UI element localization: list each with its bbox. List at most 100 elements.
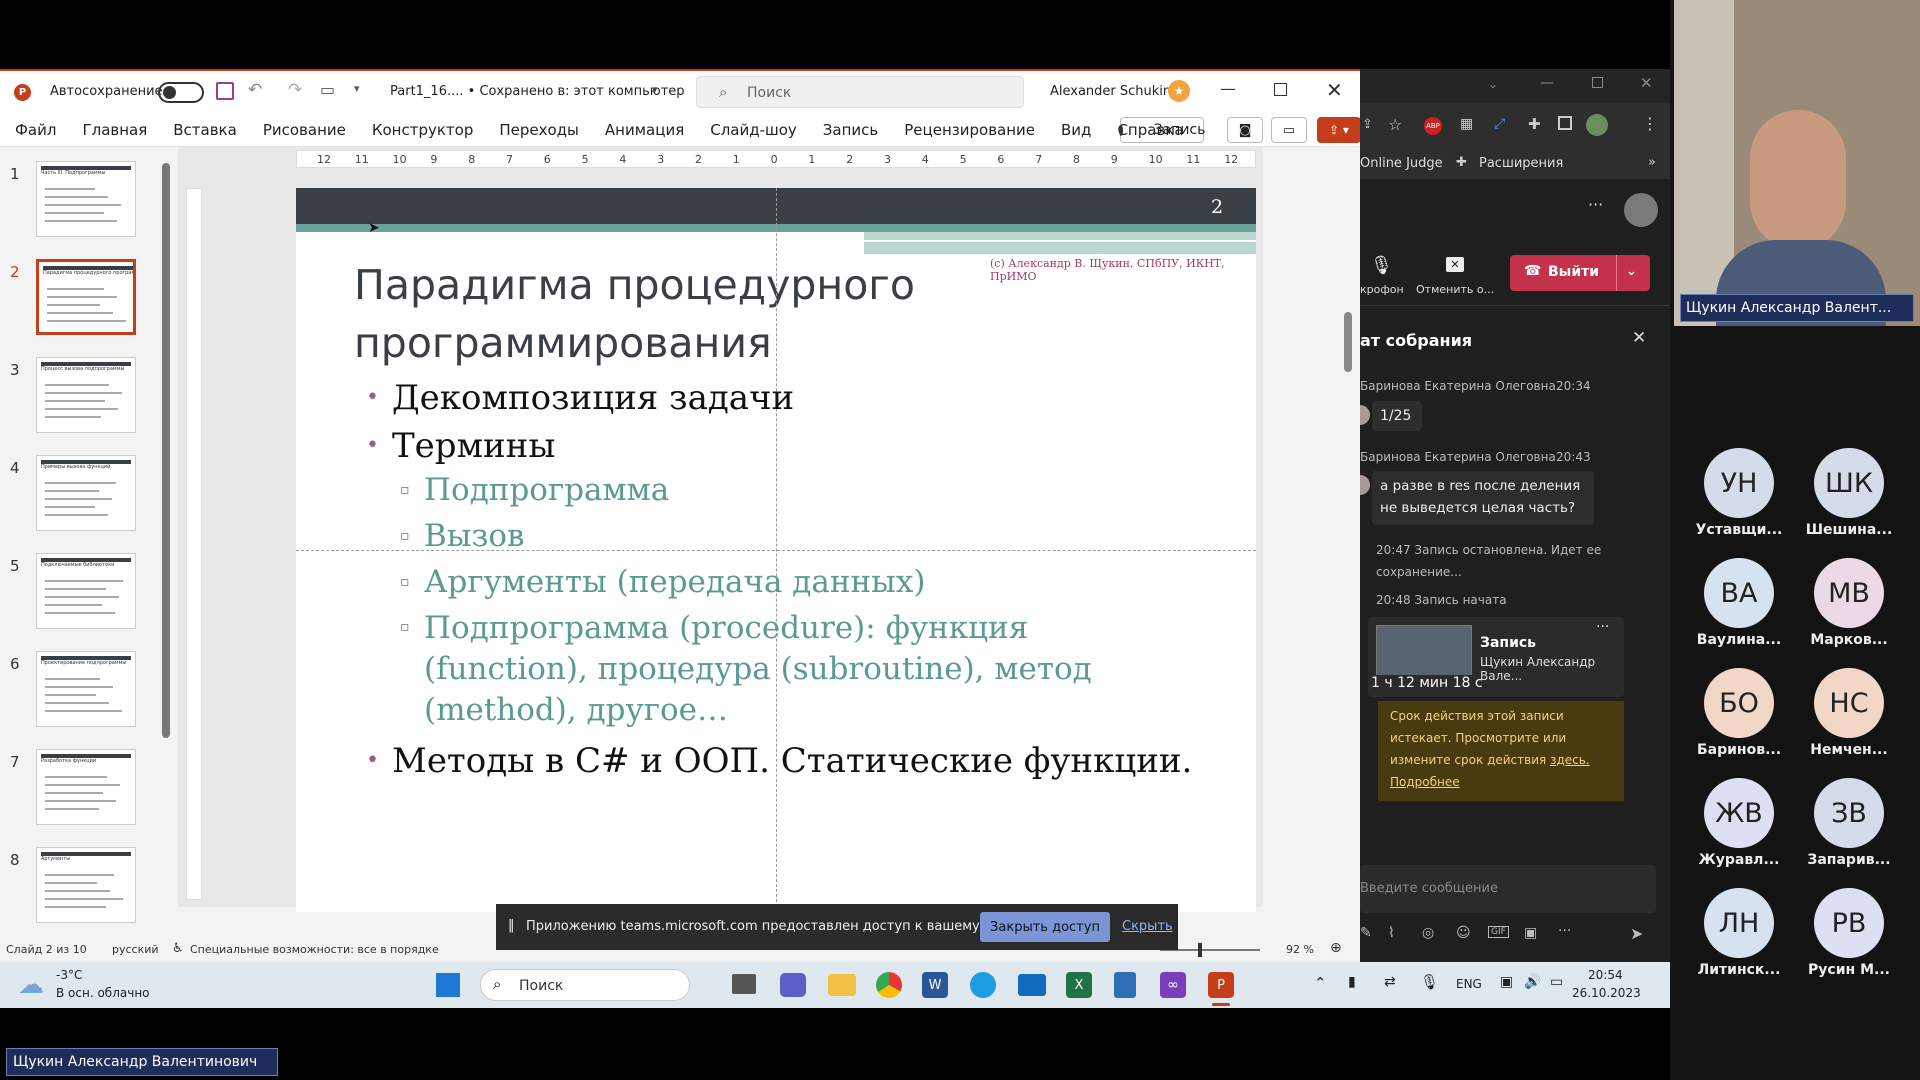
- stop-share-icon[interactable]: ✕: [1446, 257, 1464, 272]
- participant-avatar[interactable]: БО: [1704, 668, 1774, 738]
- present-icon[interactable]: ▭: [320, 80, 335, 99]
- weather-temp[interactable]: -3°C: [56, 968, 82, 982]
- emoji-icon[interactable]: ☺: [1456, 925, 1471, 941]
- weather-desc[interactable]: В осн. облачно: [56, 986, 150, 1000]
- menu-record[interactable]: Запись: [823, 121, 878, 139]
- search-box[interactable]: ⌕ Поиск: [696, 76, 1024, 108]
- maximize-icon[interactable]: [1592, 77, 1603, 88]
- own-avatar-icon[interactable]: [1624, 193, 1658, 227]
- share-icon[interactable]: ⇪ ▾: [1317, 117, 1360, 143]
- chevron-right-icon[interactable]: »: [1648, 155, 1656, 170]
- chevron-down-icon[interactable]: ⌄: [1626, 264, 1637, 279]
- share-page-icon[interactable]: ⇪: [1362, 117, 1373, 132]
- notepad-icon[interactable]: [1114, 972, 1136, 998]
- chevron-down-icon[interactable]: ⌄: [1488, 77, 1498, 91]
- tray-language[interactable]: ENG: [1456, 977, 1482, 991]
- close-chat-icon[interactable]: ✕: [1632, 328, 1646, 348]
- battery-icon[interactable]: ▭: [1550, 974, 1563, 990]
- slide-thumbnail-1[interactable]: Часть III. Подпрограммы: [36, 161, 136, 237]
- recording-more-icon[interactable]: ···: [1596, 619, 1609, 635]
- menu-animations[interactable]: Анимация: [605, 121, 684, 139]
- tray-app-icon[interactable]: ▮: [1348, 974, 1356, 990]
- status-language[interactable]: русский: [112, 943, 159, 956]
- participant-avatar[interactable]: МВ: [1814, 558, 1884, 628]
- slide-thumbnail-3[interactable]: Процесс вызова подпрограммы: [36, 357, 136, 433]
- task-view-icon[interactable]: [732, 974, 756, 994]
- recording-card[interactable]: 1 ч 12 мин 18 с Запись Щукин Александр В…: [1368, 617, 1624, 697]
- leave-button[interactable]: ☎ Выйти ⌄: [1510, 255, 1650, 291]
- slide-thumbnail-2[interactable]: Парадигма процедурного программирования: [36, 259, 136, 335]
- comment-icon[interactable]: ▭: [1271, 117, 1307, 143]
- slide-thumbnail-5[interactable]: Подключаемые библиотеки: [36, 553, 136, 629]
- excel-icon[interactable]: X: [1066, 972, 1092, 998]
- mail-icon[interactable]: [1018, 974, 1046, 996]
- teams-chat-icon[interactable]: [780, 973, 806, 997]
- close-icon[interactable]: ✕: [1640, 74, 1653, 92]
- tray-mic-icon[interactable]: 🎙: [1420, 973, 1439, 991]
- menu-view[interactable]: Вид: [1061, 121, 1091, 139]
- sidepanel-icon[interactable]: [1558, 116, 1572, 130]
- translate-icon[interactable]: ⤢: [1494, 116, 1505, 132]
- send-icon[interactable]: ➤: [1630, 924, 1643, 943]
- status-zoom[interactable]: 92 %: [1286, 943, 1314, 956]
- format-icon[interactable]: ✎: [1360, 925, 1372, 941]
- participant-avatar[interactable]: УН: [1704, 448, 1774, 518]
- close-icon[interactable]: ✕: [1326, 78, 1343, 102]
- menu-design[interactable]: Конструктор: [372, 121, 474, 139]
- minimize-icon[interactable]: —: [1220, 79, 1236, 98]
- menu-file[interactable]: Файл: [15, 121, 56, 139]
- tray-time[interactable]: 20:54: [1588, 968, 1623, 982]
- network-icon[interactable]: ▣: [1500, 974, 1513, 990]
- editor-scrollbar[interactable]: [1344, 312, 1352, 372]
- chevron-down-icon[interactable]: ▾: [652, 83, 658, 96]
- redo-icon[interactable]: ↷: [288, 80, 302, 100]
- bookmark-online-judge[interactable]: Online Judge: [1360, 156, 1443, 171]
- menu-review[interactable]: Рецензирование: [904, 121, 1035, 139]
- browser-menu-icon[interactable]: ⋮: [1642, 114, 1658, 133]
- powerpoint-taskbar-icon[interactable]: P: [1208, 972, 1234, 998]
- maximize-icon[interactable]: [1274, 83, 1287, 96]
- status-accessibility[interactable]: Специальные возможности: все в порядке: [190, 943, 439, 956]
- tray-date[interactable]: 26.10.2023: [1572, 986, 1641, 1000]
- menu-transitions[interactable]: Переходы: [499, 121, 579, 139]
- participant-avatar[interactable]: РВ: [1814, 888, 1884, 958]
- presenter-video[interactable]: Щукин Александр Валент...: [1674, 0, 1920, 326]
- menu-draw[interactable]: Рисование: [263, 121, 346, 139]
- user-avatar-icon[interactable]: ★: [1168, 80, 1190, 102]
- participant-avatar[interactable]: НС: [1814, 668, 1884, 738]
- loop-icon[interactable]: ◎: [1422, 925, 1434, 941]
- menu-slideshow[interactable]: Слайд-шоу: [710, 121, 797, 139]
- undo-icon[interactable]: ↶: [248, 80, 262, 100]
- slide-canvas[interactable]: 2 (с) Александр В. Щукин, СПбПУ, ИКНТ, П…: [296, 188, 1256, 912]
- autosave-toggle[interactable]: [158, 82, 204, 103]
- tray-chevron-up-icon[interactable]: ⌃: [1314, 974, 1327, 992]
- document-title[interactable]: Part1_16.... • Сохранено в: этот компьют…: [390, 84, 685, 99]
- expire-more-link[interactable]: Подробнее: [1390, 771, 1612, 793]
- slide-thumbnail-7[interactable]: Разработка функции: [36, 749, 136, 825]
- stop-sharing-button[interactable]: Закрыть доступ: [980, 912, 1110, 942]
- slide-thumbnail-8[interactable]: Аргументы: [36, 847, 136, 923]
- user-name[interactable]: Alexander Schukin: [1050, 84, 1171, 99]
- microphone-icon[interactable]: 🎙: [1370, 255, 1393, 276]
- taskbar-search[interactable]: ⌕ Поиск: [480, 969, 690, 1001]
- more-options-icon[interactable]: ···: [1588, 195, 1603, 214]
- thumbnails-scrollbar[interactable]: [162, 163, 170, 738]
- participant-avatar[interactable]: ЖВ: [1704, 778, 1774, 848]
- star-icon[interactable]: ☆: [1388, 115, 1402, 134]
- minimize-icon[interactable]: —: [1540, 75, 1554, 91]
- sticker-icon[interactable]: ▣: [1524, 925, 1537, 941]
- attach-icon[interactable]: ⌇: [1388, 925, 1395, 941]
- save-icon[interactable]: [216, 82, 234, 100]
- bookmark-extensions[interactable]: Расширения: [1479, 156, 1563, 171]
- slide-thumbnail-6[interactable]: Проектирование подпрограммы: [36, 651, 136, 727]
- word-icon[interactable]: W: [922, 972, 948, 998]
- participant-avatar[interactable]: ВА: [1704, 558, 1774, 628]
- slide-thumbnail-4[interactable]: Примеры вызова функций: [36, 455, 136, 531]
- record-button[interactable]: Запись: [1118, 117, 1205, 143]
- gif-icon[interactable]: GIF: [1488, 926, 1509, 938]
- participant-avatar[interactable]: ШК: [1814, 448, 1884, 518]
- volume-icon[interactable]: 🔊: [1524, 974, 1541, 990]
- edge-icon[interactable]: [970, 972, 996, 998]
- extension-icon[interactable]: ▦: [1460, 116, 1473, 132]
- qat-more-icon[interactable]: ▾: [354, 82, 360, 95]
